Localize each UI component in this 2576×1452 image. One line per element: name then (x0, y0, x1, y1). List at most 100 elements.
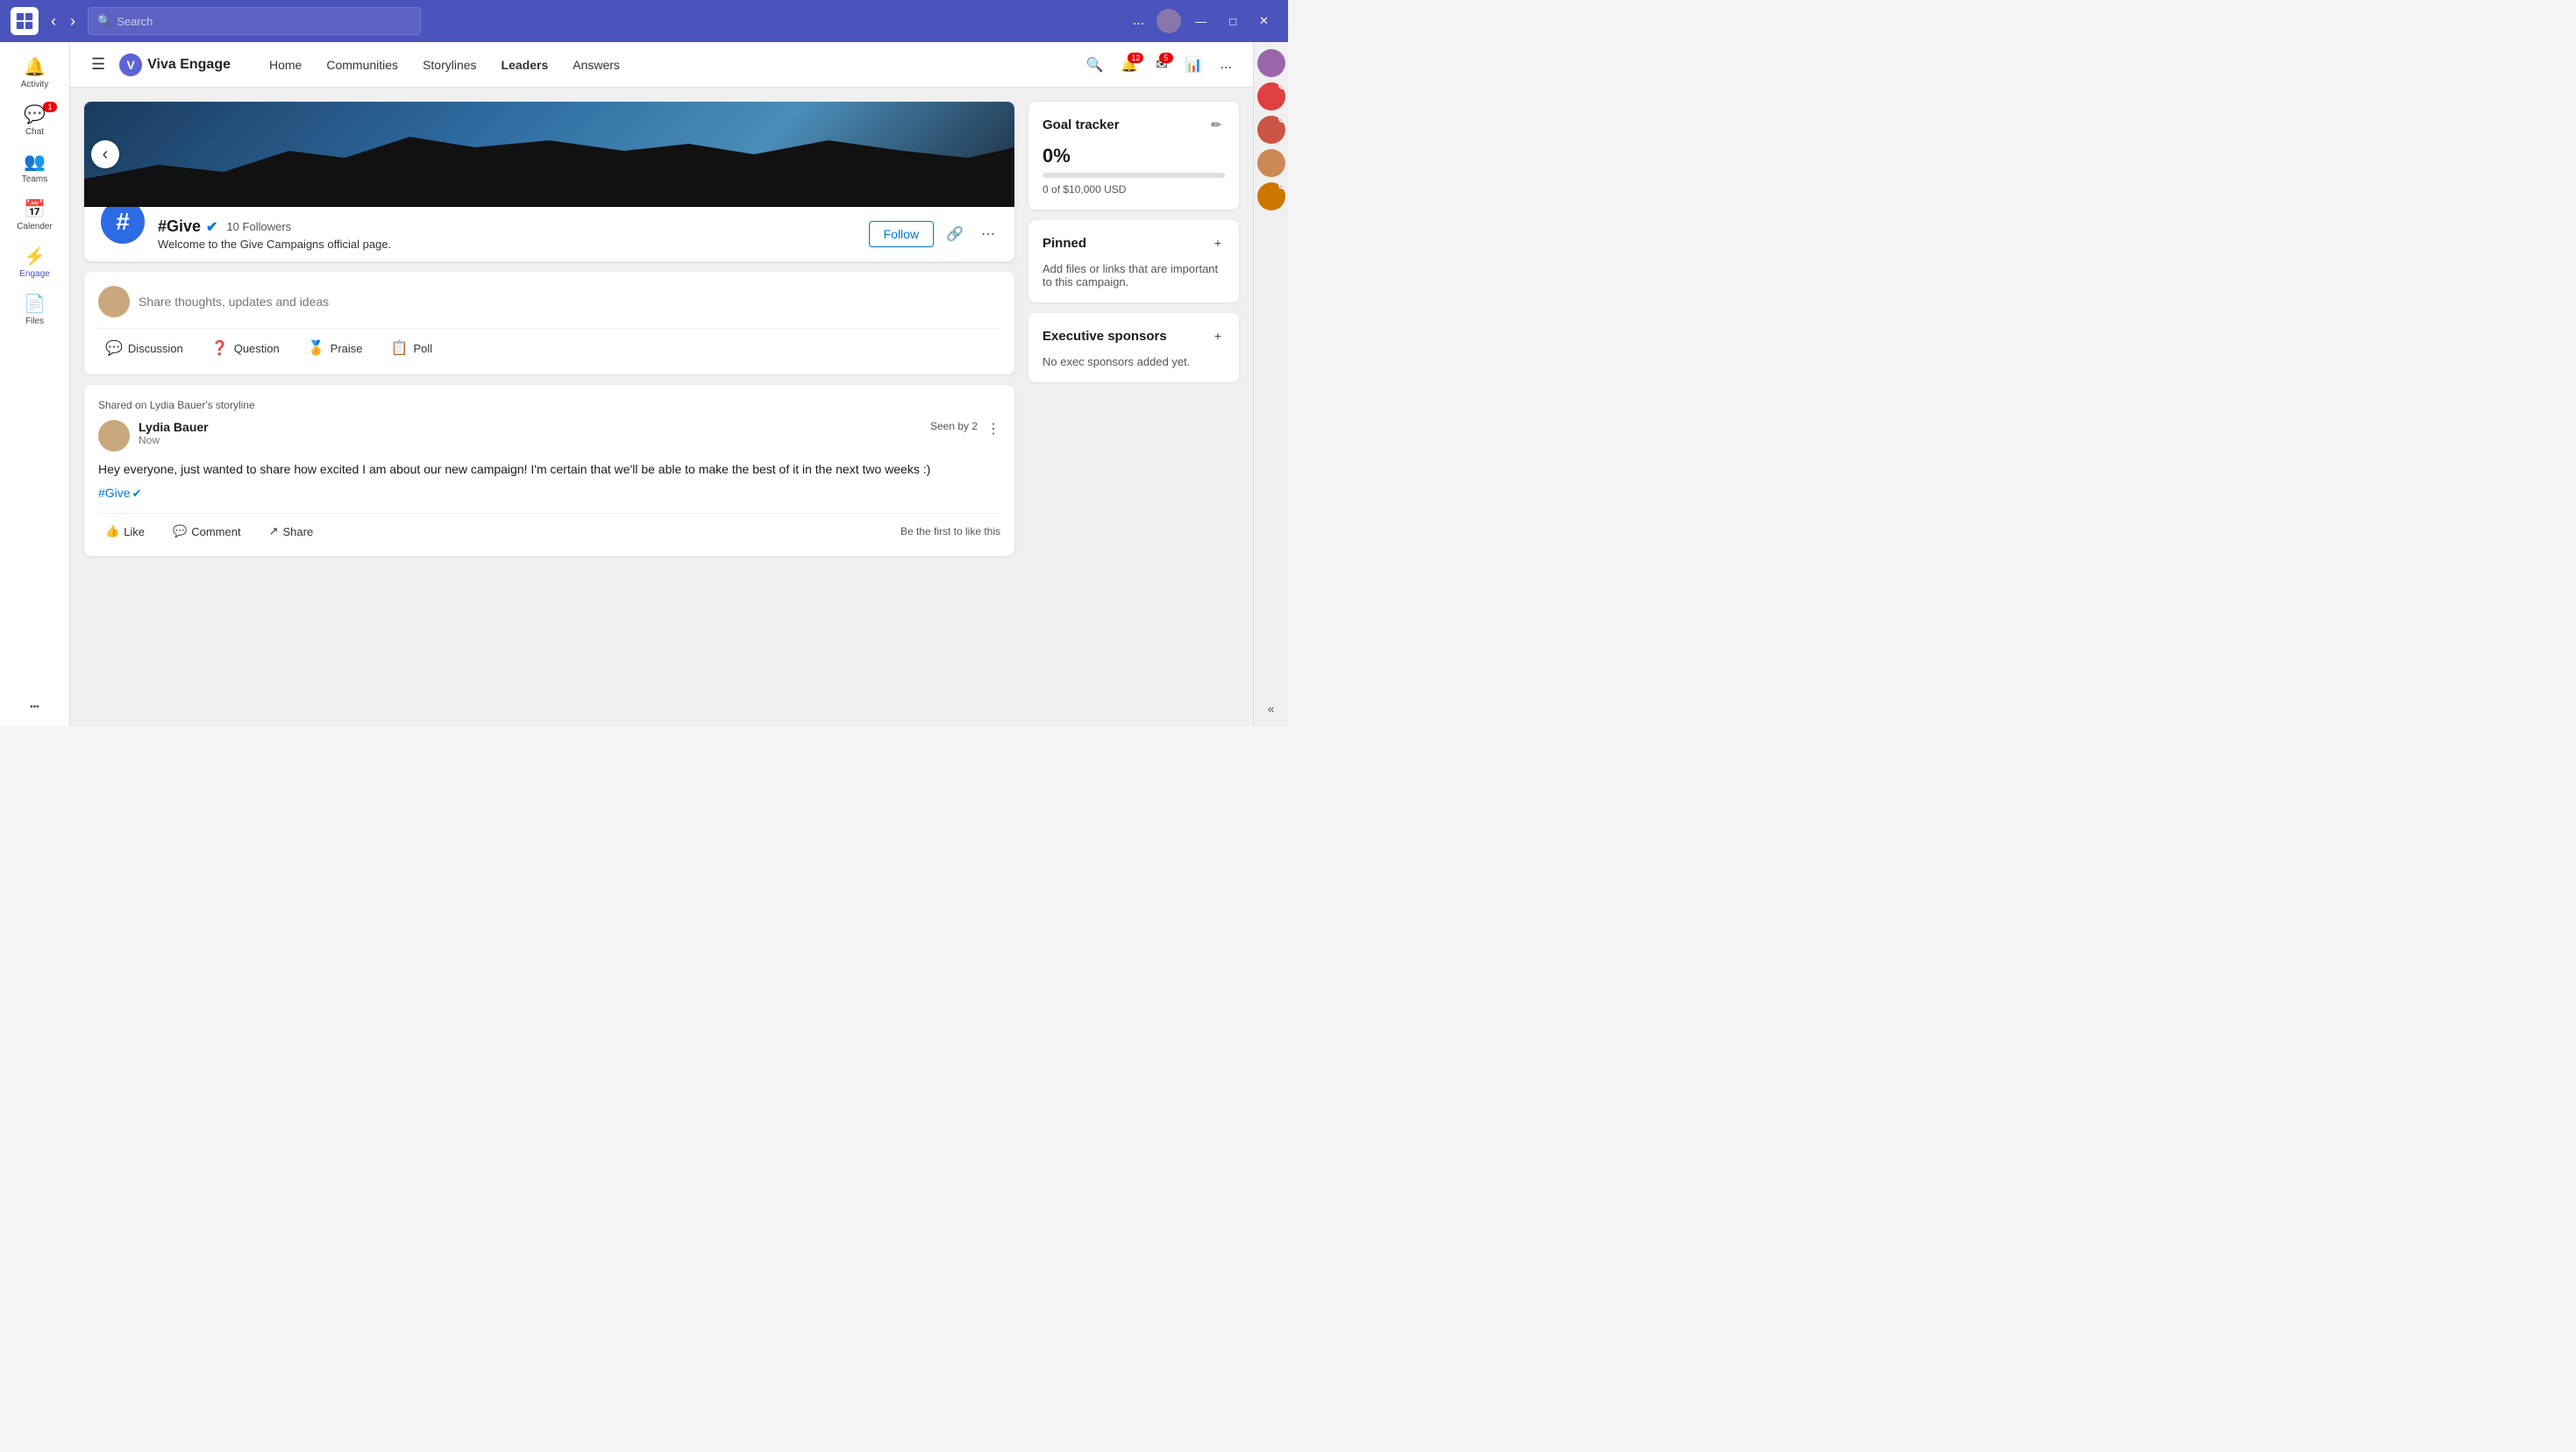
like-label: Like (124, 525, 145, 538)
post-card: Shared on Lydia Bauer's storyline Lydia … (84, 385, 1014, 556)
post-header: Lydia Bauer Now Seen by 2 ⋮ (98, 420, 1000, 452)
question-label: Question (234, 342, 280, 355)
post-menu-btn[interactable]: ⋮ (986, 420, 1000, 438)
question-btn[interactable]: ❓ Question (204, 336, 287, 360)
poll-label: Poll (413, 342, 432, 355)
right-column: Goal tracker ✏ 0% 0 of $10,000 USD (1028, 102, 1239, 712)
like-btn[interactable]: 👍 Like (98, 521, 152, 542)
verified-icon: ✔ (206, 218, 217, 236)
teams-icon: 👥 (24, 151, 46, 173)
community-description: Welcome to the Give Campaigns official p… (158, 238, 858, 251)
community-card: ‹ # #Give ✔ 10 Followers Welcome to t (84, 102, 1014, 261)
sidebar-item-label: Calender (17, 222, 53, 231)
rp-avatar-3[interactable] (1257, 149, 1285, 177)
composer-top (98, 286, 1000, 317)
engage-icon: ⚡ (24, 246, 46, 267)
sidebar-item-engage[interactable]: ⚡ Engage (0, 238, 69, 286)
files-icon: 📄 (24, 293, 46, 315)
collapse-btn[interactable]: « (1264, 698, 1278, 719)
praise-icon: 🏅 (308, 339, 325, 357)
post-author-name: Lydia Bauer (139, 420, 922, 434)
composer-input[interactable] (139, 295, 1000, 309)
app-name: Viva Engage (147, 57, 231, 73)
post-author-info: Lydia Bauer Now (139, 420, 922, 446)
rp-avatar-2[interactable] (1257, 116, 1285, 144)
calendar-icon: 📅 (24, 198, 46, 220)
post-tag[interactable]: #Give ✔ (98, 484, 141, 502)
pinned-add-btn[interactable]: + (1211, 234, 1225, 252)
back-btn[interactable]: ‹ (91, 140, 119, 168)
tag-verified-icon: ✔ (132, 485, 142, 502)
nav-leaders[interactable]: Leaders (491, 53, 559, 77)
link-btn[interactable]: 🔗 (941, 220, 969, 248)
exec-sponsors-header: Executive sponsors + (1042, 327, 1225, 345)
community-banner (84, 102, 1014, 207)
nav-answers[interactable]: Answers (562, 53, 630, 77)
activity-icon: 🔔 (24, 56, 46, 78)
poll-btn[interactable]: 📋 Poll (384, 336, 440, 360)
goal-tracker-title: Goal tracker (1042, 117, 1120, 132)
pinned-card: Pinned + Add files or links that are imp… (1028, 220, 1239, 302)
pinned-description: Add files or links that are important to… (1042, 262, 1225, 288)
discussion-icon: 💬 (105, 339, 123, 357)
question-icon: ❓ (211, 339, 229, 357)
chart-btn[interactable]: 📊 (1178, 51, 1210, 79)
nav-home[interactable]: Home (259, 53, 312, 77)
exec-sponsors-description: No exec sponsors added yet. (1042, 355, 1225, 368)
comment-btn[interactable]: 💬 Comment (166, 521, 248, 542)
notifications-btn[interactable]: 🔔 12 (1114, 51, 1145, 79)
maximize-btn[interactable]: □ (1220, 11, 1245, 32)
goal-edit-btn[interactable]: ✏ (1207, 116, 1225, 134)
sidebar-item-files[interactable]: 📄 Files (0, 286, 69, 333)
nav-communities[interactable]: Communities (316, 53, 409, 77)
chat-badge: 1 (43, 102, 57, 112)
sidebar-item-calendar[interactable]: 📅 Calender (0, 191, 69, 238)
post-likes-label: Be the first to like this (900, 525, 1000, 537)
sidebar-item-label: Chat (25, 127, 44, 137)
goal-tracker-card: Goal tracker ✏ 0% 0 of $10,000 USD (1028, 102, 1239, 210)
follow-button[interactable]: Follow (869, 221, 934, 247)
more-community-btn[interactable]: ⋯ (976, 220, 1000, 248)
more-options-btn[interactable]: ... (1213, 52, 1239, 78)
community-name-text: #Give (158, 217, 201, 236)
sidebar-more[interactable]: ••• (0, 695, 69, 719)
composer-actions: 💬 Discussion ❓ Question 🏅 Praise 📋 (98, 328, 1000, 360)
minimize-btn[interactable]: — (1186, 11, 1215, 32)
praise-btn[interactable]: 🏅 Praise (301, 336, 370, 360)
right-panel: « (1253, 42, 1288, 726)
more-btn[interactable]: ... (1126, 10, 1151, 32)
sidebar-item-chat[interactable]: 💬 Chat 1 (0, 96, 69, 144)
user-avatar[interactable] (1156, 9, 1181, 33)
mail-btn[interactable]: ✉ 5 (1149, 51, 1174, 79)
rp-avatar-4[interactable] (1257, 182, 1285, 210)
search-btn[interactable]: 🔍 (1078, 51, 1110, 79)
title-bar: ‹ › 🔍 Search ... — □ ✕ (0, 0, 1288, 42)
nav-storylines[interactable]: Storylines (412, 53, 487, 77)
sidebar-item-activity[interactable]: 🔔 Activity (0, 49, 69, 96)
sidebar-item-label: Files (25, 317, 44, 326)
close-btn[interactable]: ✕ (1250, 11, 1277, 32)
comment-icon: 💬 (173, 524, 187, 538)
post-author-avatar (98, 420, 130, 452)
post-seen: Seen by 2 (930, 420, 978, 432)
followers-count: 10 Followers (226, 220, 291, 233)
forward-arrow-btn[interactable]: › (65, 9, 81, 34)
discussion-btn[interactable]: 💬 Discussion (98, 336, 190, 360)
composer-card: 💬 Discussion ❓ Question 🏅 Praise 📋 (84, 272, 1014, 374)
content-area: ☰ V Viva Engage Home Communities Storyli… (70, 42, 1253, 726)
sidebar-item-teams[interactable]: 👥 Teams (0, 144, 69, 191)
share-btn[interactable]: ↗ Share (262, 521, 321, 542)
community-name: #Give ✔ 10 Followers (158, 217, 858, 236)
search-bar[interactable]: 🔍 Search (88, 7, 421, 35)
hamburger-btn[interactable]: ☰ (84, 52, 112, 77)
search-placeholder: Search (117, 15, 153, 28)
composer-avatar (98, 286, 130, 317)
mail-badge: 5 (1159, 53, 1173, 63)
post-body: Hey everyone, just wanted to share how e… (98, 460, 1000, 502)
rp-avatar-1[interactable] (1257, 82, 1285, 110)
exec-sponsors-add-btn[interactable]: + (1211, 327, 1225, 345)
praise-label: Praise (331, 342, 363, 355)
rp-avatar-0[interactable] (1257, 49, 1285, 77)
community-details: #Give ✔ 10 Followers Welcome to the Give… (158, 217, 858, 251)
back-arrow-btn[interactable]: ‹ (46, 9, 61, 34)
